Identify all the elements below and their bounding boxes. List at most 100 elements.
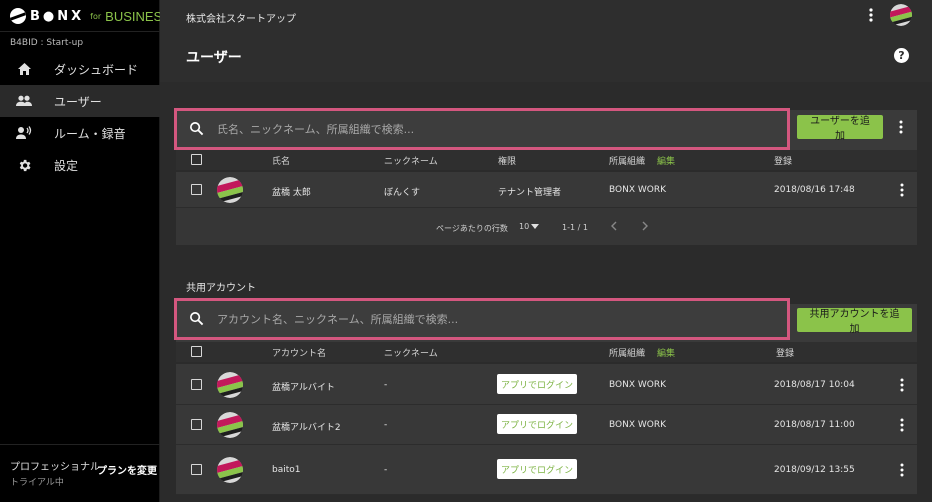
avatar — [217, 372, 243, 398]
row-more-icon[interactable] — [897, 417, 907, 433]
select-all-checkbox[interactable] — [191, 154, 202, 165]
shared-search-input[interactable] — [205, 301, 787, 337]
row-checkbox[interactable] — [191, 184, 202, 195]
users-table-header: 氏名 ニックネーム 権限 所属組織 編集 登録 — [176, 150, 917, 170]
column-header-account-name[interactable]: アカウント名 — [272, 346, 326, 359]
add-shared-account-button[interactable]: 共用アカウントを追加 — [797, 308, 912, 335]
table-row[interactable]: baito1 - アプリでログイン 2018/09/12 13:55 — [176, 445, 917, 495]
avatar — [217, 412, 243, 438]
more-vert-icon[interactable] — [865, 7, 877, 23]
search-icon — [189, 121, 205, 137]
account-name: 盆橋アルバイト — [272, 383, 335, 393]
shared-accounts-title: 共用アカウント — [186, 283, 256, 294]
people-icon — [16, 93, 32, 109]
dropdown-arrow-icon — [531, 224, 540, 229]
more-vert-icon[interactable] — [896, 119, 906, 135]
row-more-icon[interactable] — [897, 462, 907, 478]
search-icon — [189, 311, 205, 327]
edit-org-link[interactable]: 編集 — [657, 349, 675, 359]
user-org: BONX WORK — [609, 185, 666, 195]
account-name: baito1 — [272, 465, 301, 475]
account-nickname: - — [384, 380, 388, 390]
user-role: テナント管理者 — [498, 188, 562, 198]
help-icon[interactable]: ? — [894, 48, 909, 63]
column-header-org-label[interactable]: 所属組織 — [609, 157, 645, 167]
row-more-icon[interactable] — [897, 377, 907, 393]
plan-status: トライアル中 — [10, 478, 64, 488]
table-row[interactable]: 盆橋アルバイト - アプリでログイン BONX WORK 2018/08/17 … — [176, 364, 917, 405]
sidebar-item-label: ダッシュボード — [54, 62, 139, 77]
users-search-input[interactable] — [205, 111, 787, 147]
table-row[interactable]: 盆橋アルバイト2 - アプリでログイン BONX WORK 2018/08/17… — [176, 405, 917, 445]
account-registered: 2018/08/17 10:04 — [774, 380, 855, 390]
sidebar-item-label: 設定 — [54, 158, 79, 173]
chevron-right-icon[interactable] — [642, 221, 649, 233]
avatar — [217, 457, 243, 483]
user-registered: 2018/08/16 17:48 — [774, 185, 855, 195]
rows-per-page-select[interactable]: 10 — [519, 222, 540, 231]
change-plan-link[interactable]: プランを変更 — [97, 462, 157, 477]
sidebar-item-label: ルーム・録音 — [54, 126, 126, 141]
account-nickname: - — [384, 465, 388, 475]
row-checkbox[interactable] — [191, 419, 202, 430]
account-org: BONX WORK — [609, 380, 666, 390]
app-login-button[interactable]: アプリでログイン — [497, 414, 577, 434]
account-registered: 2018/08/17 11:00 — [774, 420, 855, 430]
page-header: 株式会社スタートアップ ユーザー ? — [160, 0, 932, 82]
page-title: ユーザー — [186, 50, 242, 66]
row-checkbox[interactable] — [191, 464, 202, 475]
column-header-org: 所属組織 編集 — [609, 346, 675, 359]
bonx-logo-icon — [10, 8, 26, 24]
column-header-registered[interactable]: 登録 — [774, 154, 792, 167]
divider — [0, 444, 160, 445]
column-header-nickname[interactable]: ニックネーム — [384, 346, 438, 359]
account-registered: 2018/09/12 13:55 — [774, 465, 855, 475]
select-all-checkbox[interactable] — [191, 346, 202, 357]
speaker-person-icon — [16, 125, 32, 141]
account-org: BONX WORK — [609, 420, 666, 430]
column-header-org: 所属組織 編集 — [609, 154, 675, 167]
chevron-left-icon[interactable] — [610, 221, 617, 233]
column-header-org-label[interactable]: 所属組織 — [609, 349, 645, 359]
sidebar-item-dashboard[interactable]: ダッシュボード — [0, 53, 160, 85]
home-icon — [16, 61, 32, 77]
user-avatar[interactable] — [890, 4, 912, 26]
sidebar-item-settings[interactable]: 設定 — [0, 149, 160, 181]
user-name: 盆橋 太郎 — [272, 188, 311, 198]
pagination: ページあたりの行数 10 1-1 / 1 — [176, 208, 917, 245]
column-header-registered[interactable]: 登録 — [776, 346, 794, 359]
row-more-icon[interactable] — [897, 182, 907, 198]
org-id: B4BID : Start-up — [10, 38, 84, 48]
rows-per-page-value: 10 — [519, 222, 530, 231]
brand-logo[interactable]: B●NX for BUSINESS — [10, 7, 171, 25]
app-login-button[interactable]: アプリでログイン — [497, 374, 577, 394]
rows-per-page-label: ページあたりの行数 — [436, 224, 508, 233]
table-row[interactable]: 盆橋 太郎 ぼんくす テナント管理者 BONX WORK 2018/08/16 … — [176, 172, 917, 208]
plan-info: プロフェッショナル トライアル中 — [10, 458, 100, 488]
users-search — [174, 108, 790, 150]
edit-org-link[interactable]: 編集 — [657, 157, 675, 167]
column-header-name[interactable]: 氏名 — [272, 154, 290, 167]
user-nickname: ぼんくす — [384, 188, 421, 198]
divider — [0, 31, 160, 32]
column-header-nickname[interactable]: ニックネーム — [384, 154, 438, 167]
sidebar-item-users[interactable]: ユーザー — [0, 85, 160, 117]
sidebar: B●NX for BUSINESS B4BID : Start-up ダッシュボ… — [0, 0, 171, 502]
plan-name: プロフェッショナル — [10, 462, 100, 473]
app-login-button[interactable]: アプリでログイン — [497, 459, 577, 479]
sidebar-item-label: ユーザー — [54, 94, 102, 109]
account-name: 盆橋アルバイト2 — [272, 423, 341, 433]
sidebar-item-rooms[interactable]: ルーム・録音 — [0, 117, 160, 149]
page-range: 1-1 / 1 — [562, 223, 588, 232]
column-header-role[interactable]: 権限 — [498, 154, 516, 167]
gear-icon — [16, 157, 32, 173]
logo-for: for — [90, 11, 102, 21]
add-user-button[interactable]: ユーザーを追加 — [797, 115, 883, 142]
sidebar-nav: ダッシュボード ユーザー ルーム・録音 設定 — [0, 53, 160, 181]
company-name: 株式会社スタートアップ — [186, 14, 296, 25]
row-checkbox[interactable] — [191, 379, 202, 390]
logo-text: B●NX — [30, 8, 85, 24]
shared-table-header: アカウント名 ニックネーム 所属組織 編集 登録 — [176, 342, 917, 362]
avatar — [217, 177, 243, 203]
account-nickname: - — [384, 420, 388, 430]
